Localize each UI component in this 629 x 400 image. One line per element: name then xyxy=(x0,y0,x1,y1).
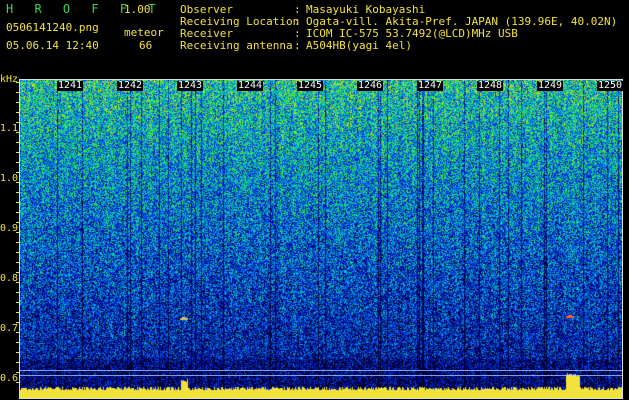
y-tick-mark xyxy=(16,372,20,373)
y-tick-mark xyxy=(16,192,20,193)
lower-guide-line xyxy=(20,375,622,376)
spectrogram-frame xyxy=(19,79,623,399)
file-name: 0506141240.png xyxy=(6,21,99,34)
app-version: 1.00 xyxy=(124,3,151,16)
y-tick-mark xyxy=(16,182,20,183)
meteor-count: 66 xyxy=(139,39,153,52)
minute-label: 1242 xyxy=(117,80,144,91)
antenna-label: Receiving antenna xyxy=(180,39,293,52)
minute-label: 1241 xyxy=(57,80,84,91)
minute-label: 1246 xyxy=(357,80,384,91)
antenna-sep: : xyxy=(294,39,301,52)
y-tick-mark xyxy=(16,252,20,253)
y-tick-mark xyxy=(16,242,20,243)
y-tick-mark xyxy=(16,162,20,163)
minute-label: 1250 xyxy=(597,80,624,91)
y-tick-mark xyxy=(16,222,20,223)
minute-label: 1245 xyxy=(297,80,324,91)
y-tick-mark xyxy=(16,212,20,213)
y-tick-mark xyxy=(16,82,20,83)
y-tick-mark xyxy=(16,102,20,103)
antenna-value: A504HB(yagi 4el) xyxy=(306,39,412,52)
y-tick-mark xyxy=(16,282,20,283)
minute-label: 1248 xyxy=(477,80,504,91)
y-tick-mark xyxy=(16,272,20,273)
y-tick-mark xyxy=(16,202,20,203)
y-tick-mark xyxy=(16,332,20,333)
meteor-label: meteor xyxy=(124,26,164,39)
y-tick-mark xyxy=(16,122,20,123)
file-datetime: 05.06.14 12:40 xyxy=(6,39,99,52)
y-tick-mark xyxy=(16,292,20,293)
y-tick-mark xyxy=(16,312,20,313)
upper-guide-line xyxy=(20,370,622,371)
y-tick-mark xyxy=(16,322,20,323)
minute-label: 1249 xyxy=(537,80,564,91)
y-tick-mark xyxy=(16,262,20,263)
y-tick-mark xyxy=(16,382,20,383)
y-tick-mark xyxy=(16,302,20,303)
y-tick-mark xyxy=(16,112,20,113)
y-axis-unit: kHz xyxy=(0,74,19,85)
y-tick-mark xyxy=(16,342,20,343)
minute-label: 1244 xyxy=(237,80,264,91)
y-tick-mark xyxy=(16,232,20,233)
y-tick-mark xyxy=(16,352,20,353)
minute-label: 1243 xyxy=(177,80,204,91)
y-tick-mark xyxy=(16,132,20,133)
minute-label: 1247 xyxy=(417,80,444,91)
y-tick-mark xyxy=(16,92,20,93)
y-tick-mark xyxy=(16,362,20,363)
y-tick-mark xyxy=(16,152,20,153)
y-tick-mark xyxy=(16,172,20,173)
y-tick-mark xyxy=(16,142,20,143)
